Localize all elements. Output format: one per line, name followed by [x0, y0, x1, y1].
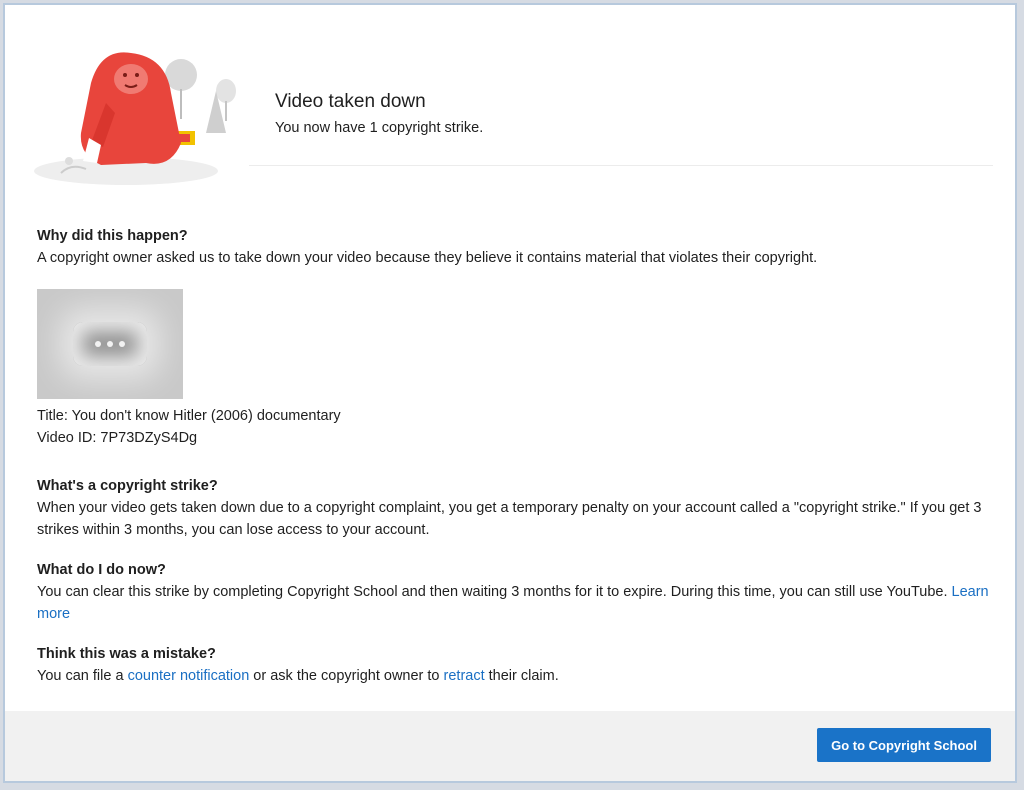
mistake-heading: Think this was a mistake?: [37, 646, 216, 662]
why-heading: Why did this happen?: [37, 228, 188, 244]
mistake-section: Think this was a mistake? You can file a…: [37, 643, 997, 687]
dialog-header: Video taken down You now have 1 copyrigh…: [5, 5, 1015, 185]
strike-count-text: You now have 1 copyright strike.: [275, 120, 484, 136]
strike-info-section: What's a copyright strike? When your vid…: [37, 475, 997, 541]
dot-icon: [95, 341, 101, 347]
copyright-strike-dialog: Video taken down You now have 1 copyrigh…: [3, 3, 1017, 783]
mistake-body-prefix: You can file a: [37, 668, 128, 684]
what-now-body: You can clear this strike by completing …: [37, 584, 952, 600]
what-now-section: What do I do now? You can clear this str…: [37, 559, 997, 625]
header-divider: [249, 165, 993, 166]
dot-icon: [107, 341, 113, 347]
mistake-body: You can file a counter notification or a…: [37, 665, 997, 687]
strike-info-body: When your video gets taken down due to a…: [37, 500, 982, 538]
mistake-body-suffix: their claim.: [484, 668, 559, 684]
what-now-body-container: You can clear this strike by completing …: [37, 581, 997, 625]
why-section: Why did this happen? A copyright owner a…: [37, 225, 997, 269]
dot-icon: [119, 341, 125, 347]
why-body: A copyright owner asked us to take down …: [37, 250, 818, 266]
go-to-copyright-school-button[interactable]: Go to Copyright School: [817, 728, 991, 762]
sasquatch-illustration-icon: [34, 52, 236, 185]
header-text: Video taken down You now have 1 copyrigh…: [275, 91, 483, 136]
video-id: Video ID: 7P73DZyS4Dg: [37, 430, 198, 446]
video-thumbnail: [37, 289, 183, 399]
mistake-body-mid: or ask the copyright owner to: [249, 668, 444, 684]
dialog-title: Video taken down: [275, 91, 426, 112]
what-now-heading: What do I do now?: [37, 562, 166, 578]
more-horizontal-icon: [73, 322, 147, 366]
retract-link[interactable]: retract: [444, 668, 485, 684]
info-sections: What's a copyright strike? When your vid…: [37, 475, 997, 705]
why-section-container: Why did this happen? A copyright owner a…: [37, 225, 997, 287]
counter-notification-link[interactable]: counter notification: [128, 668, 250, 684]
strike-info-heading: What's a copyright strike?: [37, 478, 218, 494]
video-title: Title: You don't know Hitler (2006) docu…: [37, 408, 341, 424]
dialog-footer: Go to Copyright School: [5, 711, 1015, 781]
video-meta: Title: You don't know Hitler (2006) docu…: [37, 405, 341, 449]
